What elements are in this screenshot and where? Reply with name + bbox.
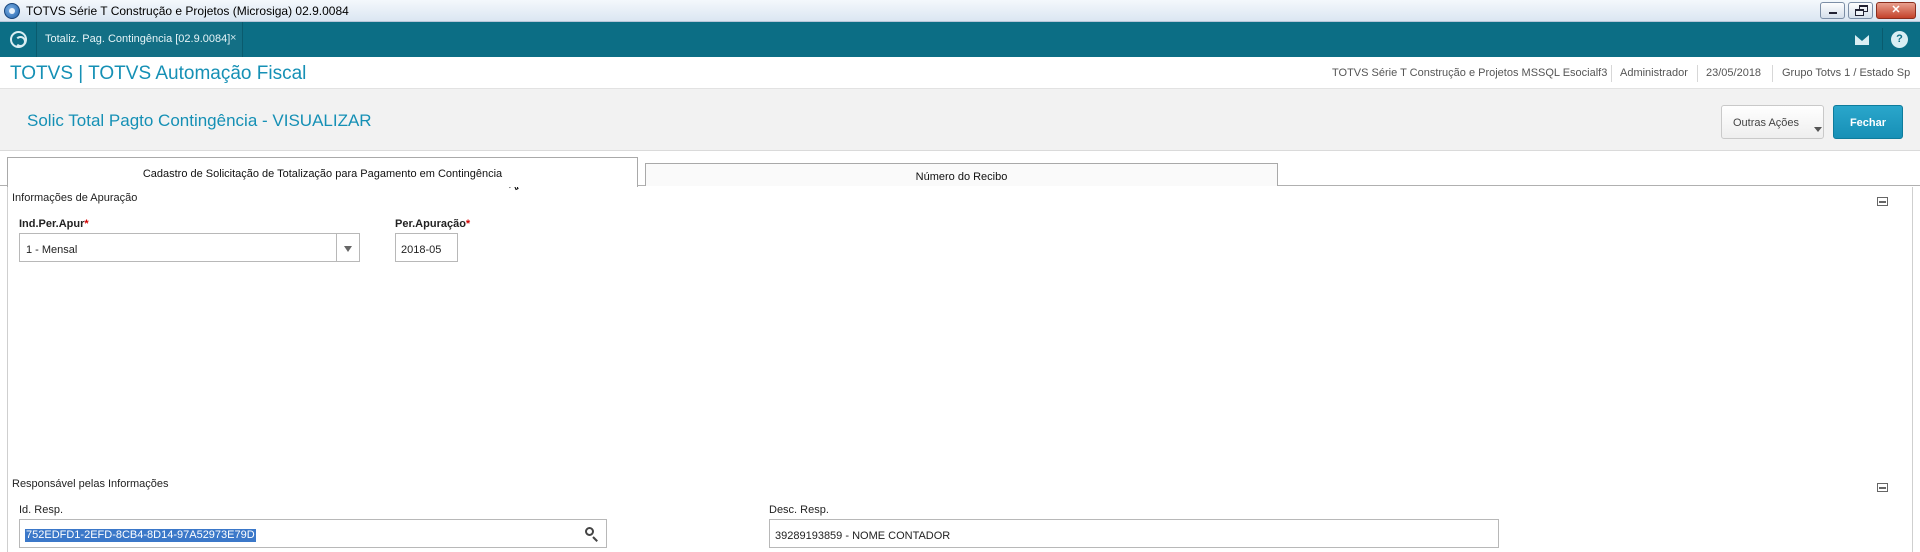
id-resp-value: 752EDFD1-2EFD-8CB4-8D14-97A52973E79D <box>25 529 256 542</box>
company-branch: Grupo Totvs 1 / Estado Sp <box>1782 67 1911 79</box>
environment-info: TOTVS Série T Construção e Projetos MSSQ… <box>1332 67 1608 79</box>
close-window-button[interactable]: ✕ <box>1876 2 1916 19</box>
current-date: 23/05/2018 <box>1706 67 1762 79</box>
ind-per-apur-select[interactable]: 1 - Mensal <box>19 233 360 262</box>
other-actions-label: Outras Ações <box>1733 117 1800 129</box>
help-icon[interactable]: ? <box>1891 31 1908 48</box>
minimize-button[interactable] <box>1820 2 1845 19</box>
mail-icon[interactable] <box>1852 31 1872 48</box>
tab-totaliz-pag-contingencia[interactable]: Totaliz. Pag. Contingência [02.9.0084] × <box>37 22 243 57</box>
close-icon: ✕ <box>1891 4 1901 16</box>
required-mark: * <box>84 218 89 230</box>
envelope-icon <box>1855 35 1869 45</box>
divider <box>1611 65 1612 82</box>
search-icon[interactable] <box>584 526 600 542</box>
close-button[interactable]: Fechar <box>1833 105 1903 139</box>
app-tabbar: Totaliz. Pag. Contingência [02.9.0084] ×… <box>0 22 1920 57</box>
tab-label: Número do Recibo <box>915 171 1008 183</box>
per-apuracao-value: 2018-05 <box>401 244 442 256</box>
ind-per-apur-value: 1 - Mensal <box>26 244 78 256</box>
window-title: TOTVS Série T Construção e Projetos (Mic… <box>26 4 349 18</box>
search-icon-lens <box>585 527 594 536</box>
desc-resp-label: Desc. Resp. <box>769 504 829 516</box>
close-button-label: Fechar <box>1849 117 1887 129</box>
tab-cadastro-solicitacao[interactable]: Cadastro de Solicitação de Totalização p… <box>7 157 638 187</box>
window-titlebar: TOTVS Série T Construção e Projetos (Mic… <box>0 0 1920 22</box>
user-name: Administrador <box>1620 67 1688 79</box>
per-apuracao-field[interactable]: 2018-05 <box>395 233 458 262</box>
restore-button[interactable] <box>1848 2 1873 19</box>
tab-numero-recibo[interactable]: Número do Recibo <box>645 163 1278 186</box>
app-header: TOTVS | TOTVS Automação Fiscal TOTVS Sér… <box>0 57 1920 89</box>
form-panel: Informações de Apuração Ind.Per.Apur* 1 … <box>7 187 1913 552</box>
ind-per-apur-label: Ind.Per.Apur* <box>19 218 89 230</box>
app-icon <box>4 3 20 19</box>
section-title-responsavel: Responsável pelas Informações <box>12 478 169 490</box>
minimize-icon <box>1829 12 1837 14</box>
collapse-section-icon[interactable] <box>1877 197 1888 206</box>
divider <box>1882 28 1883 50</box>
ind-per-apur-label-text: Ind.Per.Apur <box>19 218 85 230</box>
chevron-down-icon[interactable] <box>336 234 359 261</box>
per-apuracao-label-text: Per.Apuração <box>395 218 466 230</box>
search-icon-handle <box>592 536 598 542</box>
divider <box>1697 65 1698 82</box>
id-resp-label: Id. Resp. <box>19 504 64 516</box>
app-tab-label: Totaliz. Pag. Contingência [02.9.0084] <box>45 33 231 45</box>
desc-resp-value: 39289193859 - NOME CONTADOR <box>775 530 951 542</box>
totvs-logo-icon[interactable] <box>10 31 27 48</box>
chevron-down-icon <box>1814 127 1822 132</box>
section-title-apuracao: Informações de Apuração <box>12 192 138 204</box>
other-actions-button[interactable]: Outras Ações <box>1721 105 1824 139</box>
page-title: Solic Total Pagto Contingência - VISUALI… <box>27 111 372 130</box>
brand-title: TOTVS | TOTVS Automação Fiscal <box>10 63 307 84</box>
per-apuracao-label: Per.Apuração* <box>395 218 470 230</box>
collapse-section-icon[interactable] <box>1877 483 1888 492</box>
close-tab-icon[interactable]: × <box>230 32 236 44</box>
id-resp-field[interactable]: 752EDFD1-2EFD-8CB4-8D14-97A52973E79D <box>19 519 607 548</box>
page-toolbar: Solic Total Pagto Contingência - VISUALI… <box>0 89 1920 151</box>
tab-label: Cadastro de Solicitação de Totalização p… <box>142 168 503 180</box>
required-mark: * <box>465 218 471 230</box>
desc-resp-field[interactable]: 39289193859 - NOME CONTADOR <box>769 519 1499 548</box>
restore-icon-front <box>1855 9 1864 16</box>
divider <box>1772 65 1773 82</box>
